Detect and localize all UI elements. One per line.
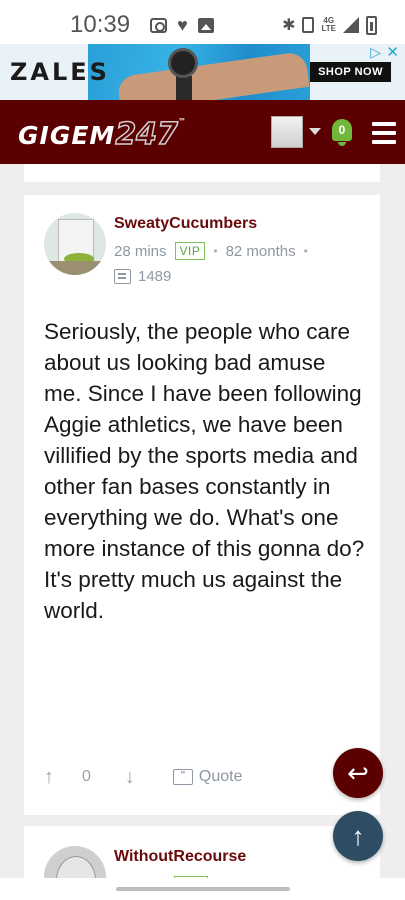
logo-text: GIGEM — [18, 121, 116, 150]
image-icon — [197, 17, 214, 33]
battery-icon — [366, 15, 377, 35]
chevron-down-icon[interactable] — [309, 128, 321, 135]
network-sub-label: LTE — [321, 24, 336, 33]
quote-icon: " — [172, 769, 193, 785]
ad-brand-logo: ZALES — [10, 58, 110, 86]
watch-image — [168, 48, 198, 78]
instagram-icon — [150, 17, 168, 33]
menu-bar — [372, 131, 396, 135]
ad-arm-image — [116, 50, 310, 100]
post-count: 1489 — [114, 268, 171, 285]
bell-clapper — [338, 142, 346, 146]
status-bar: 10:39 ♥ ✱ 4G LTE — [0, 0, 405, 50]
post-username[interactable]: SweatyCucumbers — [114, 215, 257, 233]
arrow-up-icon: ↑ — [351, 820, 365, 851]
reply-button[interactable]: ↩ — [333, 748, 383, 798]
status-time: 10:39 — [70, 11, 131, 38]
status-left: 10:39 ♥ — [70, 11, 214, 39]
bluetooth-icon: ✱ — [282, 17, 296, 34]
notification-count: 0 — [338, 123, 346, 137]
quote-button[interactable]: " Quote — [172, 768, 243, 786]
home-gesture-handle[interactable] — [116, 887, 290, 891]
logo-trademark: ™ — [177, 117, 187, 126]
downvote-icon[interactable]: ↓ — [125, 766, 135, 789]
system-nav-bar — [0, 878, 405, 900]
separator-dot: • — [303, 244, 308, 258]
heart-icon: ♥ — [177, 15, 188, 35]
ad-photo — [88, 44, 310, 100]
post-meta: 28 mins VIP • 82 months • — [114, 242, 308, 260]
site-logo[interactable]: GIGEM247™ — [18, 116, 187, 153]
next-post-username[interactable]: WithoutRecourse — [114, 848, 246, 866]
post-time: 28 mins — [114, 242, 167, 260]
post-count-value: 1489 — [138, 268, 172, 285]
logo-number: 247 — [115, 116, 179, 153]
reply-icon: ↩ — [347, 757, 369, 788]
status-right: ✱ 4G LTE — [282, 15, 377, 35]
close-icon[interactable]: ✕ — [386, 44, 399, 61]
menu-bar — [372, 140, 396, 144]
ad-choices-icon[interactable]: ▷ — [370, 44, 381, 61]
page: 10:39 ♥ ✱ 4G LTE ZALES SHOP NOW ▷ ✕ GIGE… — [0, 0, 405, 900]
menu-icon[interactable] — [372, 122, 396, 144]
member-tenure: 82 months — [225, 242, 296, 260]
comment-icon — [114, 269, 131, 284]
avatar[interactable] — [44, 213, 106, 275]
scroll-to-top-button[interactable]: ↑ — [333, 811, 383, 861]
vote-count: 0 — [82, 768, 91, 785]
post-card: SweatyCucumbers 28 mins VIP • 82 months … — [24, 195, 380, 815]
quote-label: Quote — [198, 768, 243, 785]
vibrate-icon — [302, 17, 315, 33]
ad-banner[interactable]: ZALES SHOP NOW ▷ ✕ — [0, 44, 405, 100]
separator-dot: • — [213, 244, 218, 258]
previous-post-card — [24, 164, 380, 182]
notification-bell[interactable]: 0 — [330, 117, 354, 147]
post-actions: ↑ 0 ↓ " Quote — [44, 762, 364, 792]
vip-badge: VIP — [174, 242, 206, 260]
signal-icon — [343, 17, 359, 33]
post-body: Seriously, the people who care about us … — [44, 319, 365, 623]
ad-shop-now-button[interactable]: SHOP NOW — [310, 62, 391, 82]
avatar-base — [44, 261, 106, 275]
user-avatar[interactable] — [271, 116, 303, 148]
menu-bar — [372, 122, 396, 126]
upvote-icon[interactable]: ↑ — [44, 766, 54, 789]
watch-strap-image — [176, 76, 192, 100]
network-type: 4G LTE — [321, 17, 336, 33]
